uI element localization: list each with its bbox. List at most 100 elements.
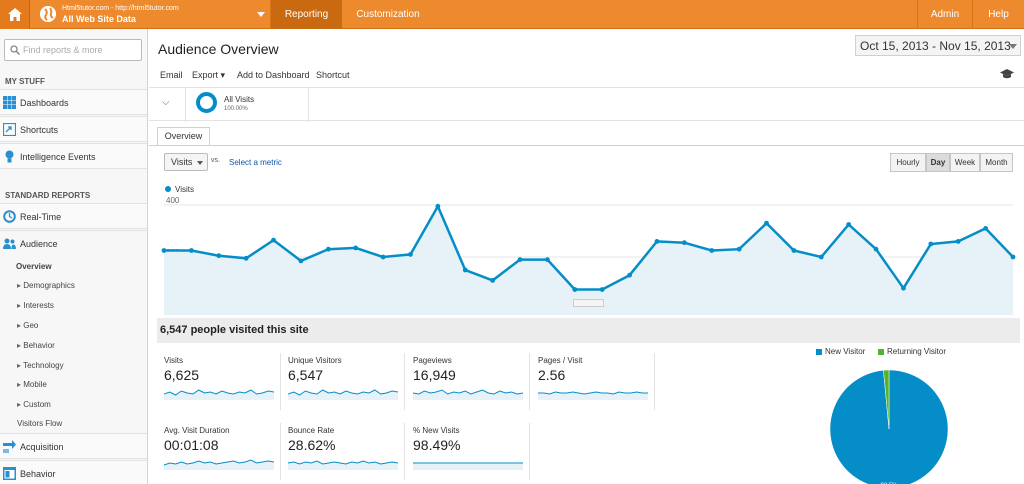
granularity-hourly[interactable]: Hourly [890, 153, 926, 172]
sidebar-sub-interests[interactable]: Interests [17, 301, 54, 310]
account-selector[interactable]: Html5tutor.com - http://html5tutor.com A… [62, 3, 179, 25]
search-input[interactable]: Find reports & more [4, 39, 142, 61]
metric-dropdown[interactable]: Visits [164, 153, 208, 171]
data-point [983, 226, 989, 231]
metric-card[interactable]: Pages / Visit 2.56 [531, 353, 655, 410]
metric-card[interactable]: Pageviews 16,949 [406, 353, 530, 410]
sidebar-sub-mobile[interactable]: Mobile [17, 380, 47, 389]
metric-label: % New Visits [413, 426, 460, 435]
nav-help[interactable]: Help [973, 0, 1024, 29]
export-button[interactable]: Export ▾ [192, 70, 225, 81]
search-placeholder: Find reports & more [23, 45, 103, 55]
sidebar-item-dashboards[interactable]: Dashboards [0, 89, 147, 115]
granularity-day[interactable]: Day [926, 153, 950, 172]
metric-value: 00:01:08 [164, 437, 219, 453]
segment-name[interactable]: All Visits [224, 95, 254, 104]
sidebar-item-shortcuts[interactable]: Shortcuts [0, 116, 147, 142]
globe-icon [40, 6, 56, 22]
data-point [380, 254, 386, 260]
tab-overview[interactable]: Overview [157, 127, 210, 146]
data-point [928, 241, 934, 247]
pie-legend-returning: Returning Visitor [878, 347, 946, 356]
chevron-down-icon[interactable]: ⌵ [162, 97, 170, 108]
sparkline [413, 462, 523, 470]
metric-value: 28.62% [288, 437, 336, 453]
data-point [627, 272, 632, 278]
data-point [408, 252, 413, 257]
pie-legend-label: New Visitor [825, 347, 866, 356]
data-point [353, 245, 359, 251]
granularity-week[interactable]: Week [950, 153, 980, 172]
search-icon [10, 45, 20, 55]
sidebar-item-label: Acquisition [20, 442, 64, 452]
data-point [818, 254, 824, 260]
data-point [1010, 254, 1016, 260]
sidebar-sub-geo[interactable]: Geo [17, 321, 38, 330]
chevron-down-icon[interactable] [257, 12, 265, 17]
date-range-picker[interactable]: Oct 15, 2013 - Nov 15, 2013 [855, 35, 1021, 56]
sidebar-sub-behavior[interactable]: Behavior [17, 341, 55, 350]
legend-marker [165, 186, 171, 192]
sidebar-sub-visitors-flow[interactable]: Visitors Flow [17, 419, 62, 428]
sidebar-item-intelligence[interactable]: Intelligence Events [0, 143, 147, 169]
sidebar-item-realtime[interactable]: Real-Time [0, 203, 147, 229]
sparkline-fill [164, 460, 274, 470]
metric-card[interactable]: Bounce Rate 28.62% [281, 423, 405, 480]
summary-bar: 6,547 people visited this site [157, 318, 1020, 343]
arrows-icon [3, 440, 16, 453]
sidebar-sub-overview[interactable]: Overview [16, 262, 52, 271]
sidebar-item-acquisition[interactable]: Acquisition [0, 433, 147, 459]
visitor-type-pie-chart: 98.5% [829, 369, 949, 484]
analytics-app: Html5tutor.com - http://html5tutor.com A… [0, 0, 1024, 484]
sparkline [164, 459, 274, 470]
sidebar-sub-demographics[interactable]: Demographics [17, 281, 75, 290]
email-button[interactable]: Email [160, 70, 183, 80]
report-toolbar: Email Export ▾ Add to Dashboard Shortcut [149, 65, 1024, 85]
data-point [764, 220, 769, 226]
metric-card[interactable]: % New Visits 98.49% [406, 423, 530, 480]
pie-legend-label: Returning Visitor [887, 347, 946, 356]
sidebar-item-behavior[interactable]: Behavior [0, 460, 147, 484]
top-bar: Html5tutor.com - http://html5tutor.com A… [0, 0, 1024, 29]
sparkline-fill [413, 390, 523, 400]
data-point [462, 267, 468, 273]
metric-label: Pageviews [413, 356, 452, 365]
data-point [846, 222, 852, 227]
sparkline [538, 391, 648, 400]
sidebar-item-audience[interactable]: Audience [0, 230, 147, 256]
legend-swatch [816, 348, 822, 355]
window-icon [3, 467, 16, 480]
metric-value: 6,547 [288, 367, 324, 383]
shortcut-icon [3, 123, 16, 136]
metric-label: Avg. Visit Duration [164, 426, 230, 435]
metric-card[interactable]: Avg. Visit Duration 00:01:08 [157, 423, 281, 480]
add-dashboard-button[interactable]: Add to Dashboard [237, 70, 310, 80]
nav-admin[interactable]: Admin [918, 0, 972, 29]
sidebar-item-label: Audience [20, 239, 58, 249]
vs-label: vs. [211, 157, 220, 164]
select-metric-link[interactable]: Select a metric [229, 158, 282, 167]
segment-donut-icon [196, 92, 217, 113]
metric-dropdown-value: Visits [171, 157, 193, 167]
home-button[interactable] [0, 0, 30, 29]
sidebar-sub-technology[interactable]: Technology [17, 361, 63, 370]
sidebar-item-label: Shortcuts [20, 125, 59, 135]
home-icon [7, 8, 22, 21]
nav-reporting[interactable]: Reporting [271, 0, 342, 29]
lightbulb-icon [5, 150, 14, 163]
metric-value: 16,949 [413, 367, 456, 383]
clock-icon [3, 210, 16, 223]
metric-card[interactable]: Visits 6,625 [157, 353, 281, 410]
sparkline-fill [413, 463, 523, 470]
granularity-month[interactable]: Month [980, 153, 1013, 172]
chart-resize-handle[interactable] [573, 299, 604, 307]
data-point [736, 246, 742, 252]
nav-customization[interactable]: Customization [342, 0, 434, 29]
data-point [490, 278, 496, 283]
metric-value: 6,625 [164, 367, 200, 383]
metric-card[interactable]: Unique Visitors 6,547 [281, 353, 405, 410]
graduation-cap-icon[interactable] [1000, 69, 1014, 79]
shortcut-button[interactable]: Shortcut [316, 70, 350, 80]
sidebar-sub-custom[interactable]: Custom [17, 400, 51, 409]
data-point [599, 287, 605, 292]
